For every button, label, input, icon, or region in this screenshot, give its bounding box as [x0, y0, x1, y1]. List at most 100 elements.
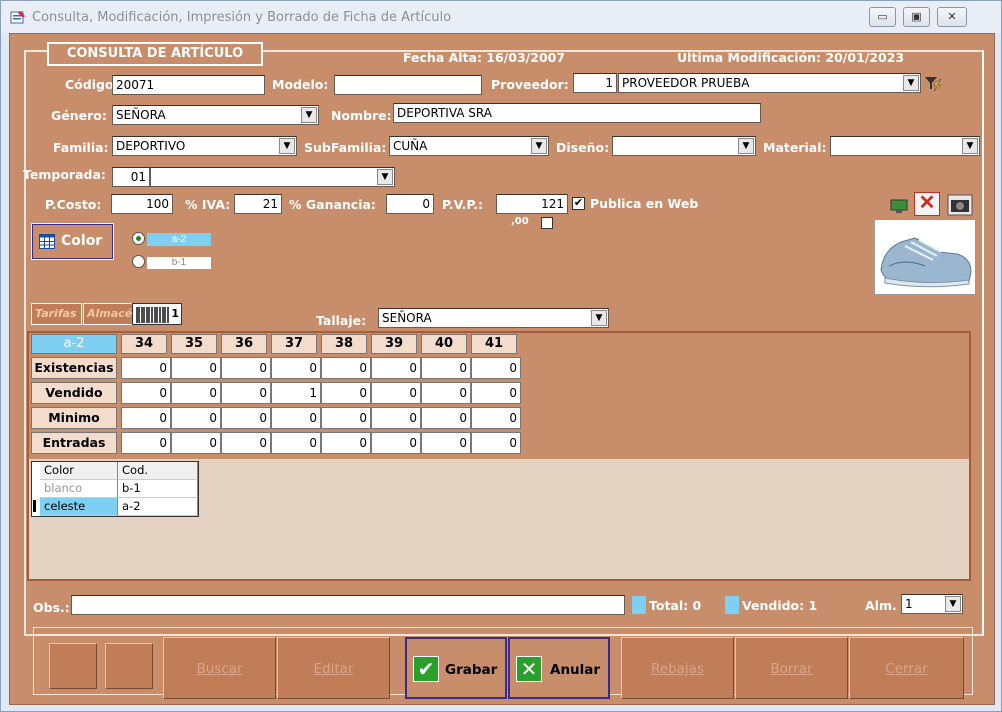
- anular-button[interactable]: ✕ Anular: [508, 637, 610, 699]
- cerrar-button[interactable]: Cerrar: [849, 637, 964, 699]
- grid-cell[interactable]: 0: [171, 407, 221, 429]
- radio-b1[interactable]: [132, 255, 145, 268]
- cents-checkbox[interactable]: [541, 217, 553, 229]
- delete-image-icon[interactable]: ✕: [914, 192, 940, 216]
- genero-select[interactable]: SEÑORA ▼: [112, 105, 319, 125]
- ganancia-label: % Ganancia:: [289, 197, 376, 212]
- chevron-down-icon[interactable]: ▼: [903, 75, 919, 91]
- tab-barcode[interactable]: 1: [132, 303, 182, 325]
- grid-cell[interactable]: 0: [171, 382, 221, 404]
- color-table-cell[interactable]: a-2: [118, 498, 198, 516]
- ganancia-field[interactable]: 0: [386, 194, 434, 214]
- grid-cell[interactable]: 0: [371, 407, 421, 429]
- blank-button-2[interactable]: [105, 643, 153, 689]
- grid-cell[interactable]: 0: [271, 407, 321, 429]
- iva-label: % IVA:: [185, 197, 231, 212]
- grid-cell[interactable]: 0: [371, 382, 421, 404]
- monitor-icon[interactable]: [889, 197, 909, 215]
- grid-cell[interactable]: 0: [121, 407, 171, 429]
- chevron-down-icon[interactable]: ▼: [531, 138, 547, 154]
- camera-icon[interactable]: [947, 194, 973, 216]
- chevron-down-icon[interactable]: ▼: [591, 310, 607, 326]
- grid-cell[interactable]: 0: [421, 357, 471, 379]
- temporada-code[interactable]: 01: [112, 167, 150, 187]
- grid-cell[interactable]: 0: [471, 432, 521, 454]
- size-header: 34: [121, 334, 167, 354]
- subfamilia-select[interactable]: CUÑA ▼: [389, 136, 549, 156]
- grid-cell[interactable]: 0: [121, 432, 171, 454]
- editar-button[interactable]: Editar: [277, 637, 390, 699]
- pvp-field[interactable]: 121: [496, 194, 568, 214]
- maximize-button[interactable]: ▣: [903, 7, 930, 27]
- grid-cell[interactable]: 0: [421, 407, 471, 429]
- chevron-down-icon[interactable]: ▼: [738, 138, 754, 154]
- filter-icon[interactable]: [923, 75, 943, 93]
- color-table-cell[interactable]: b-1: [118, 480, 198, 498]
- grid-cell[interactable]: 0: [121, 357, 171, 379]
- total-label: Total: 0: [649, 598, 702, 613]
- grid-cell[interactable]: 0: [221, 357, 271, 379]
- diseno-select[interactable]: ▼: [612, 136, 756, 156]
- nombre-field[interactable]: DEPORTIVA SRA: [393, 103, 761, 123]
- grid-cell[interactable]: 0: [271, 357, 321, 379]
- grid-cell[interactable]: 0: [471, 382, 521, 404]
- material-label: Material:: [763, 140, 827, 155]
- grid-cell[interactable]: 0: [271, 432, 321, 454]
- grid-cell[interactable]: 0: [371, 357, 421, 379]
- grid-cell[interactable]: 0: [121, 382, 171, 404]
- grid-cell[interactable]: 0: [221, 382, 271, 404]
- blank-button-1[interactable]: [49, 643, 97, 689]
- material-select[interactable]: ▼: [830, 136, 980, 156]
- tallaje-select[interactable]: SEÑORA ▼: [378, 308, 609, 328]
- chevron-down-icon[interactable]: ▼: [377, 169, 393, 185]
- grid-cell[interactable]: 0: [321, 407, 371, 429]
- barcode-icon: [136, 307, 169, 323]
- publica-web-checkbox[interactable]: ✔: [572, 197, 585, 210]
- borrar-button[interactable]: Borrar: [735, 637, 848, 699]
- grid-cell[interactable]: 0: [471, 357, 521, 379]
- grid-row-label: Existencias: [31, 357, 117, 379]
- proveedor-number[interactable]: 1: [573, 73, 617, 93]
- grid-cell[interactable]: 0: [221, 407, 271, 429]
- tab-tarifas[interactable]: Tarifas: [31, 303, 82, 325]
- minimize-button[interactable]: ▭: [869, 7, 896, 27]
- modelo-field[interactable]: [334, 75, 482, 95]
- color-button[interactable]: Color: [31, 223, 114, 260]
- grid-cell[interactable]: 0: [321, 382, 371, 404]
- fecha-alta: Fecha Alta: 16/03/2007: [403, 50, 566, 65]
- chevron-down-icon[interactable]: ▼: [945, 596, 961, 612]
- radio-a2[interactable]: [132, 232, 145, 245]
- pcosto-field[interactable]: 100: [111, 194, 173, 214]
- rebajas-button[interactable]: Rebajas: [621, 637, 734, 699]
- grid-cell[interactable]: 0: [371, 432, 421, 454]
- alm-select[interactable]: 1 ▼: [901, 594, 963, 614]
- temporada-label: Temporada:: [23, 167, 106, 182]
- grabar-button[interactable]: ✔ Grabar: [405, 637, 507, 699]
- grid-cell[interactable]: 1: [271, 382, 321, 404]
- close-button[interactable]: ✕: [937, 7, 967, 27]
- color-table-cell[interactable]: blanco: [40, 480, 118, 498]
- color-option-b1[interactable]: b-1: [147, 257, 211, 269]
- grid-cell[interactable]: 0: [471, 407, 521, 429]
- chevron-down-icon[interactable]: ▼: [301, 107, 317, 123]
- tab-almacen[interactable]: Almacén: [83, 303, 140, 325]
- grid-cell[interactable]: 0: [171, 357, 221, 379]
- chevron-down-icon[interactable]: ▼: [962, 138, 978, 154]
- familia-select[interactable]: DEPORTIVO ▼: [112, 136, 297, 156]
- proveedor-select[interactable]: PROVEEDOR PRUEBA ▼: [618, 73, 921, 93]
- color-table-cell[interactable]: celeste: [40, 498, 118, 516]
- temporada-select[interactable]: ▼: [150, 167, 395, 187]
- grid-cell[interactable]: 0: [421, 432, 471, 454]
- color-option-a2[interactable]: a-2: [147, 233, 211, 246]
- chevron-down-icon[interactable]: ▼: [279, 138, 295, 154]
- size-header: 35: [171, 334, 217, 354]
- grid-cell[interactable]: 0: [321, 432, 371, 454]
- codigo-field[interactable]: 20071: [112, 75, 265, 95]
- grid-cell[interactable]: 0: [321, 357, 371, 379]
- grid-cell[interactable]: 0: [171, 432, 221, 454]
- buscar-button[interactable]: Buscar: [163, 637, 276, 699]
- obs-field[interactable]: [71, 595, 625, 615]
- grid-cell[interactable]: 0: [421, 382, 471, 404]
- iva-field[interactable]: 21: [234, 194, 282, 214]
- grid-cell[interactable]: 0: [221, 432, 271, 454]
